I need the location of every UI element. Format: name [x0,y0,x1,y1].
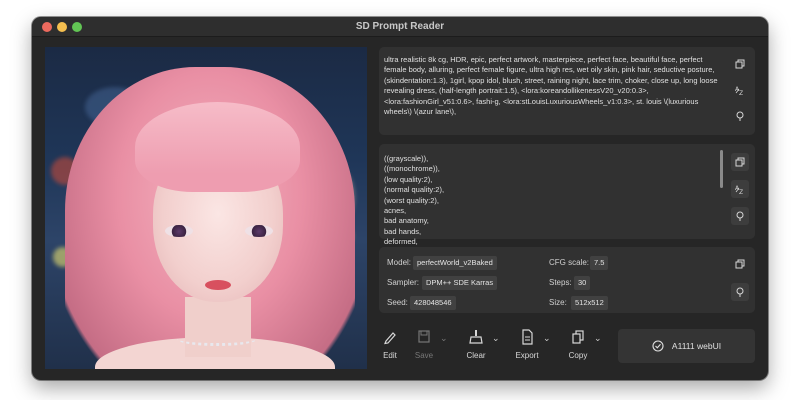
webui-label: A1111 webUI [671,341,722,351]
document-icon [522,329,533,345]
save-button[interactable]: Save [404,329,444,360]
cfg-scale-value[interactable]: 7.5 [590,256,609,270]
save-label: Save [414,351,434,360]
pencil-icon [384,332,396,345]
size-label: Size: [549,298,567,307]
save-options-chevron-icon[interactable]: ⌄ [440,333,448,344]
export-label: Export [515,351,539,360]
check-circle-icon [652,340,664,352]
copy-icon[interactable] [731,153,749,171]
size-value[interactable]: 512x512 [571,296,608,310]
export-options-chevron-icon[interactable]: ⌄ [543,333,551,344]
copy-options-chevron-icon[interactable]: ⌄ [594,333,602,344]
pin-icon[interactable] [731,207,749,225]
generation-params-panel: Model: perfectWorld_v2Baked Sampler: DPM… [379,247,755,313]
model-label: Model: [387,258,412,267]
copy-button[interactable]: Copy [558,329,598,360]
steps-value[interactable]: 30 [574,276,591,290]
svg-text:Z: Z [739,189,743,194]
pin-icon[interactable] [731,283,749,301]
broom-icon [469,330,483,344]
copy-icon[interactable] [731,55,749,73]
seed-value[interactable]: 428048546 [410,296,456,310]
clear-options-chevron-icon[interactable]: ⌄ [492,333,500,344]
negative-prompt-scrollbar[interactable] [720,150,723,188]
sort-icon[interactable]: AZ [731,180,749,198]
steps-label: Steps: [549,278,572,287]
image-preview[interactable] [45,47,367,369]
sort-icon[interactable]: AZ [731,81,749,99]
pin-icon[interactable] [731,107,749,125]
svg-text:Z: Z [739,90,743,95]
copy-icon[interactable] [731,255,749,273]
negative-prompt-panel: ((grayscale)), ((monochrome)), (low qual… [379,144,755,246]
seed-label: Seed: [387,298,408,307]
positive-prompt-text[interactable]: ultra realistic 8k cg, HDR, epic, perfec… [384,55,720,117]
negative-prompt-text[interactable]: ((grayscale)), ((monochrome)), (low qual… [384,154,644,248]
title-bar: SD Prompt Reader [32,17,768,37]
export-button[interactable]: Export [507,329,547,360]
webui-format-button[interactable]: A1111 webUI [618,329,755,363]
copy-label: Copy [568,351,588,360]
window-title: SD Prompt Reader [355,21,445,32]
cfg-scale-label: CFG scale: [549,258,590,267]
save-icon [418,330,430,343]
model-value[interactable]: perfectWorld_v2Baked [413,256,497,270]
positive-prompt-panel: ultra realistic 8k cg, HDR, epic, perfec… [379,47,755,135]
sampler-value[interactable]: DPM++ SDE Karras [422,276,498,290]
app-window: SD Prompt Reader ultra realistic 8k cg, … [32,17,768,380]
copy-icon [572,330,584,344]
clear-label: Clear [466,351,486,360]
clear-button[interactable]: Clear [456,329,496,360]
sampler-label: Sampler: [387,278,420,287]
